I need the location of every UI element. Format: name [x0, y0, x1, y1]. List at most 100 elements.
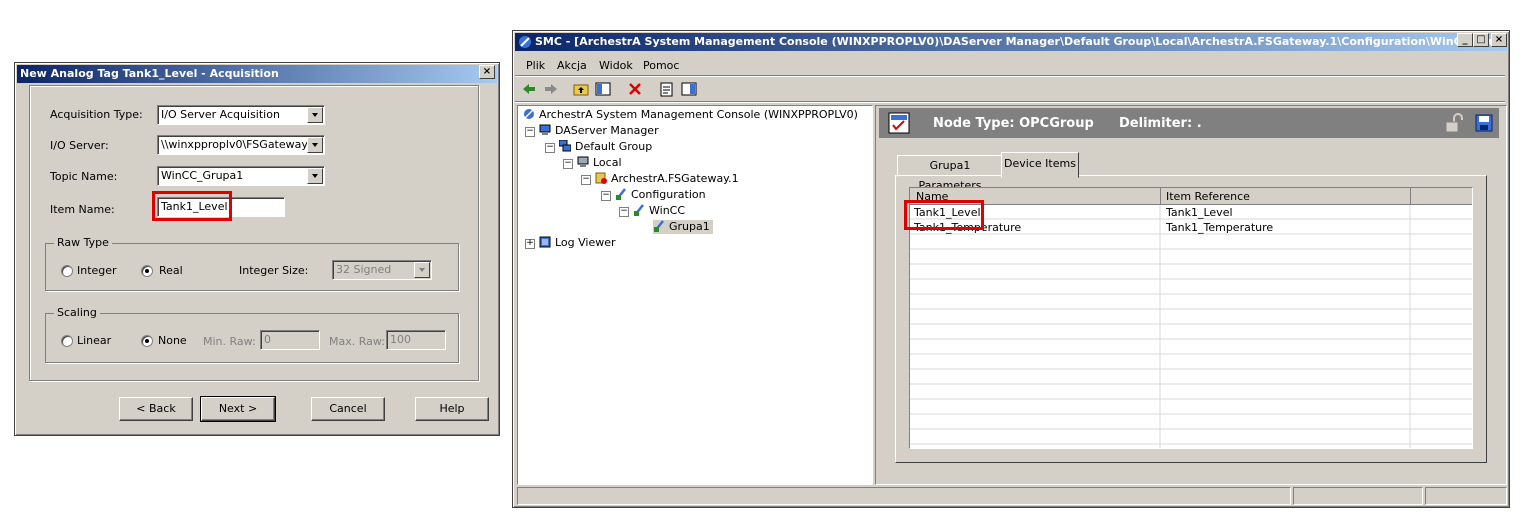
toolbar-separator [515, 101, 1505, 103]
group-item-icon [654, 220, 664, 232]
column-divider [1160, 188, 1161, 204]
smc-window: SMC - [ArchestrA System Management Conso… [512, 30, 1510, 508]
show-tree-icon[interactable] [595, 81, 611, 97]
io-server-select[interactable]: \\winxpproplv0\FSGateway [157, 135, 325, 155]
menu-separator [515, 75, 1505, 77]
acquisition-type-value: I/O Server Acquisition [161, 108, 280, 121]
chevron-down-icon[interactable] [307, 168, 323, 184]
status-bar-pane [517, 487, 1291, 505]
chevron-down-icon[interactable] [307, 107, 323, 123]
topic-name-select[interactable]: WinCC_Grupa1 [157, 166, 325, 186]
smc-title: SMC - [ArchestrA System Management Conso… [535, 35, 1507, 48]
tree-collapse-local[interactable]: − [563, 159, 573, 169]
row-2-reference[interactable]: Tank1_Temperature [1166, 221, 1273, 234]
smc-app-icon [519, 36, 531, 48]
tree-collapse-configuration[interactable]: − [601, 191, 611, 201]
server-icon [595, 172, 607, 184]
dialog-close-button[interactable]: × [479, 65, 495, 79]
tab-device-items[interactable]: Device Items [1001, 152, 1079, 178]
log-icon [539, 236, 551, 248]
menu-plik[interactable]: Plik [526, 59, 545, 72]
scaling-linear-label[interactable]: Linear [77, 334, 111, 347]
topic-icon [634, 204, 644, 216]
tree-collapse-default-group[interactable]: − [545, 143, 555, 153]
item-name-label: Item Name: [50, 203, 115, 216]
computer-icon [577, 156, 589, 167]
tree-collapse-daserver[interactable]: − [525, 127, 535, 137]
next-button[interactable]: Next > [200, 396, 276, 422]
save-icon[interactable] [1475, 114, 1493, 132]
min-raw-input[interactable]: 0 [260, 330, 320, 350]
scaling-none-radio[interactable] [141, 335, 153, 347]
tree-fsgateway[interactable]: ArchestrA.FSGateway.1 [595, 172, 739, 186]
status-bar-pane [1425, 487, 1507, 505]
integer-size-label: Integer Size: [239, 264, 309, 277]
raw-type-title: Raw Type [54, 236, 112, 249]
delete-icon[interactable] [627, 81, 643, 97]
acquisition-type-select[interactable]: I/O Server Acquisition [157, 105, 325, 125]
tree-expand-log-viewer[interactable]: + [525, 239, 535, 249]
computer-icon [539, 124, 551, 135]
menu-pomoc[interactable]: Pomoc [643, 59, 679, 72]
up-folder-icon[interactable] [573, 81, 589, 97]
delimiter-label: Delimiter: . [1119, 116, 1202, 131]
highlight-box [904, 200, 984, 230]
maximize-button[interactable]: □ [1473, 33, 1489, 47]
tab-grupa1-parameters[interactable]: Grupa1 Parameters [897, 155, 1003, 192]
io-server-label: I/O Server: [50, 139, 109, 152]
help-button[interactable]: Help [415, 397, 489, 421]
back-button[interactable]: < Back [119, 397, 193, 421]
column-header-item-reference[interactable]: Item Reference [1166, 190, 1250, 203]
node-type-label: Node Type: OPCGroup [933, 116, 1094, 131]
acquisition-dialog: New Analog Tag Tank1_Level - Acquisition… [14, 62, 500, 436]
chevron-down-icon[interactable] [414, 262, 430, 278]
scaling-title: Scaling [54, 306, 100, 319]
tree-wincc[interactable]: WinCC [633, 204, 685, 218]
integer-size-select[interactable]: 32 Signed [332, 260, 432, 280]
tree-default-group[interactable]: Default Group [559, 140, 652, 154]
close-button[interactable]: × [1491, 33, 1507, 47]
highlight-box [152, 191, 232, 221]
device-items-grid[interactable]: Name Item Reference Tank1_Level Tank1_Le… [909, 187, 1473, 449]
properties-icon[interactable] [659, 81, 675, 97]
node-type-icon [888, 112, 910, 134]
scaling-none-label[interactable]: None [158, 334, 187, 347]
forward-arrow-icon[interactable] [543, 81, 559, 97]
max-raw-input[interactable]: 100 [386, 330, 446, 350]
menu-akcja[interactable]: Akcja [557, 59, 587, 72]
min-raw-value: 0 [264, 333, 271, 346]
raw-integer-label[interactable]: Integer [77, 264, 117, 277]
console-icon [524, 109, 534, 119]
help-view-icon[interactable] [681, 81, 697, 97]
row-1-reference[interactable]: Tank1_Level [1166, 206, 1233, 219]
tree-root[interactable]: ArchestrA System Management Console (WIN… [523, 108, 858, 122]
back-arrow-icon[interactable] [521, 81, 537, 97]
tree-collapse-fsgateway[interactable]: − [581, 175, 591, 185]
minimize-button[interactable]: _ [1457, 33, 1473, 47]
tree-daserver-manager[interactable]: DAServer Manager [539, 124, 659, 138]
chevron-down-icon[interactable] [307, 137, 323, 153]
raw-real-label[interactable]: Real [159, 264, 183, 277]
smc-title-bar: SMC - [ArchestrA System Management Conso… [515, 33, 1507, 51]
dialog-title: New Analog Tag Tank1_Level - Acquisition [17, 65, 497, 83]
status-bar-pane [1293, 487, 1423, 505]
integer-size-value: 32 Signed [336, 263, 392, 276]
tree-log-viewer[interactable]: Log Viewer [539, 236, 616, 250]
raw-integer-radio[interactable] [61, 265, 73, 277]
topic-name-value: WinCC_Grupa1 [161, 169, 244, 182]
raw-real-radio[interactable] [141, 265, 153, 277]
min-raw-label: Min. Raw: [203, 335, 256, 348]
scaling-linear-radio[interactable] [61, 335, 73, 347]
topic-name-label: Topic Name: [50, 170, 118, 183]
lock-icon[interactable] [1445, 113, 1463, 133]
max-raw-value: 100 [390, 333, 411, 346]
tree-grupa1[interactable]: Grupa1 [653, 220, 713, 234]
tree-local[interactable]: Local [577, 156, 622, 170]
config-icon [616, 188, 626, 200]
group-icon [559, 140, 571, 152]
acquisition-type-label: Acquisition Type: [50, 108, 143, 121]
menu-widok[interactable]: Widok [599, 59, 633, 72]
tree-configuration[interactable]: Configuration [615, 188, 706, 202]
tree-collapse-wincc[interactable]: − [619, 207, 629, 217]
cancel-button[interactable]: Cancel [311, 397, 385, 421]
